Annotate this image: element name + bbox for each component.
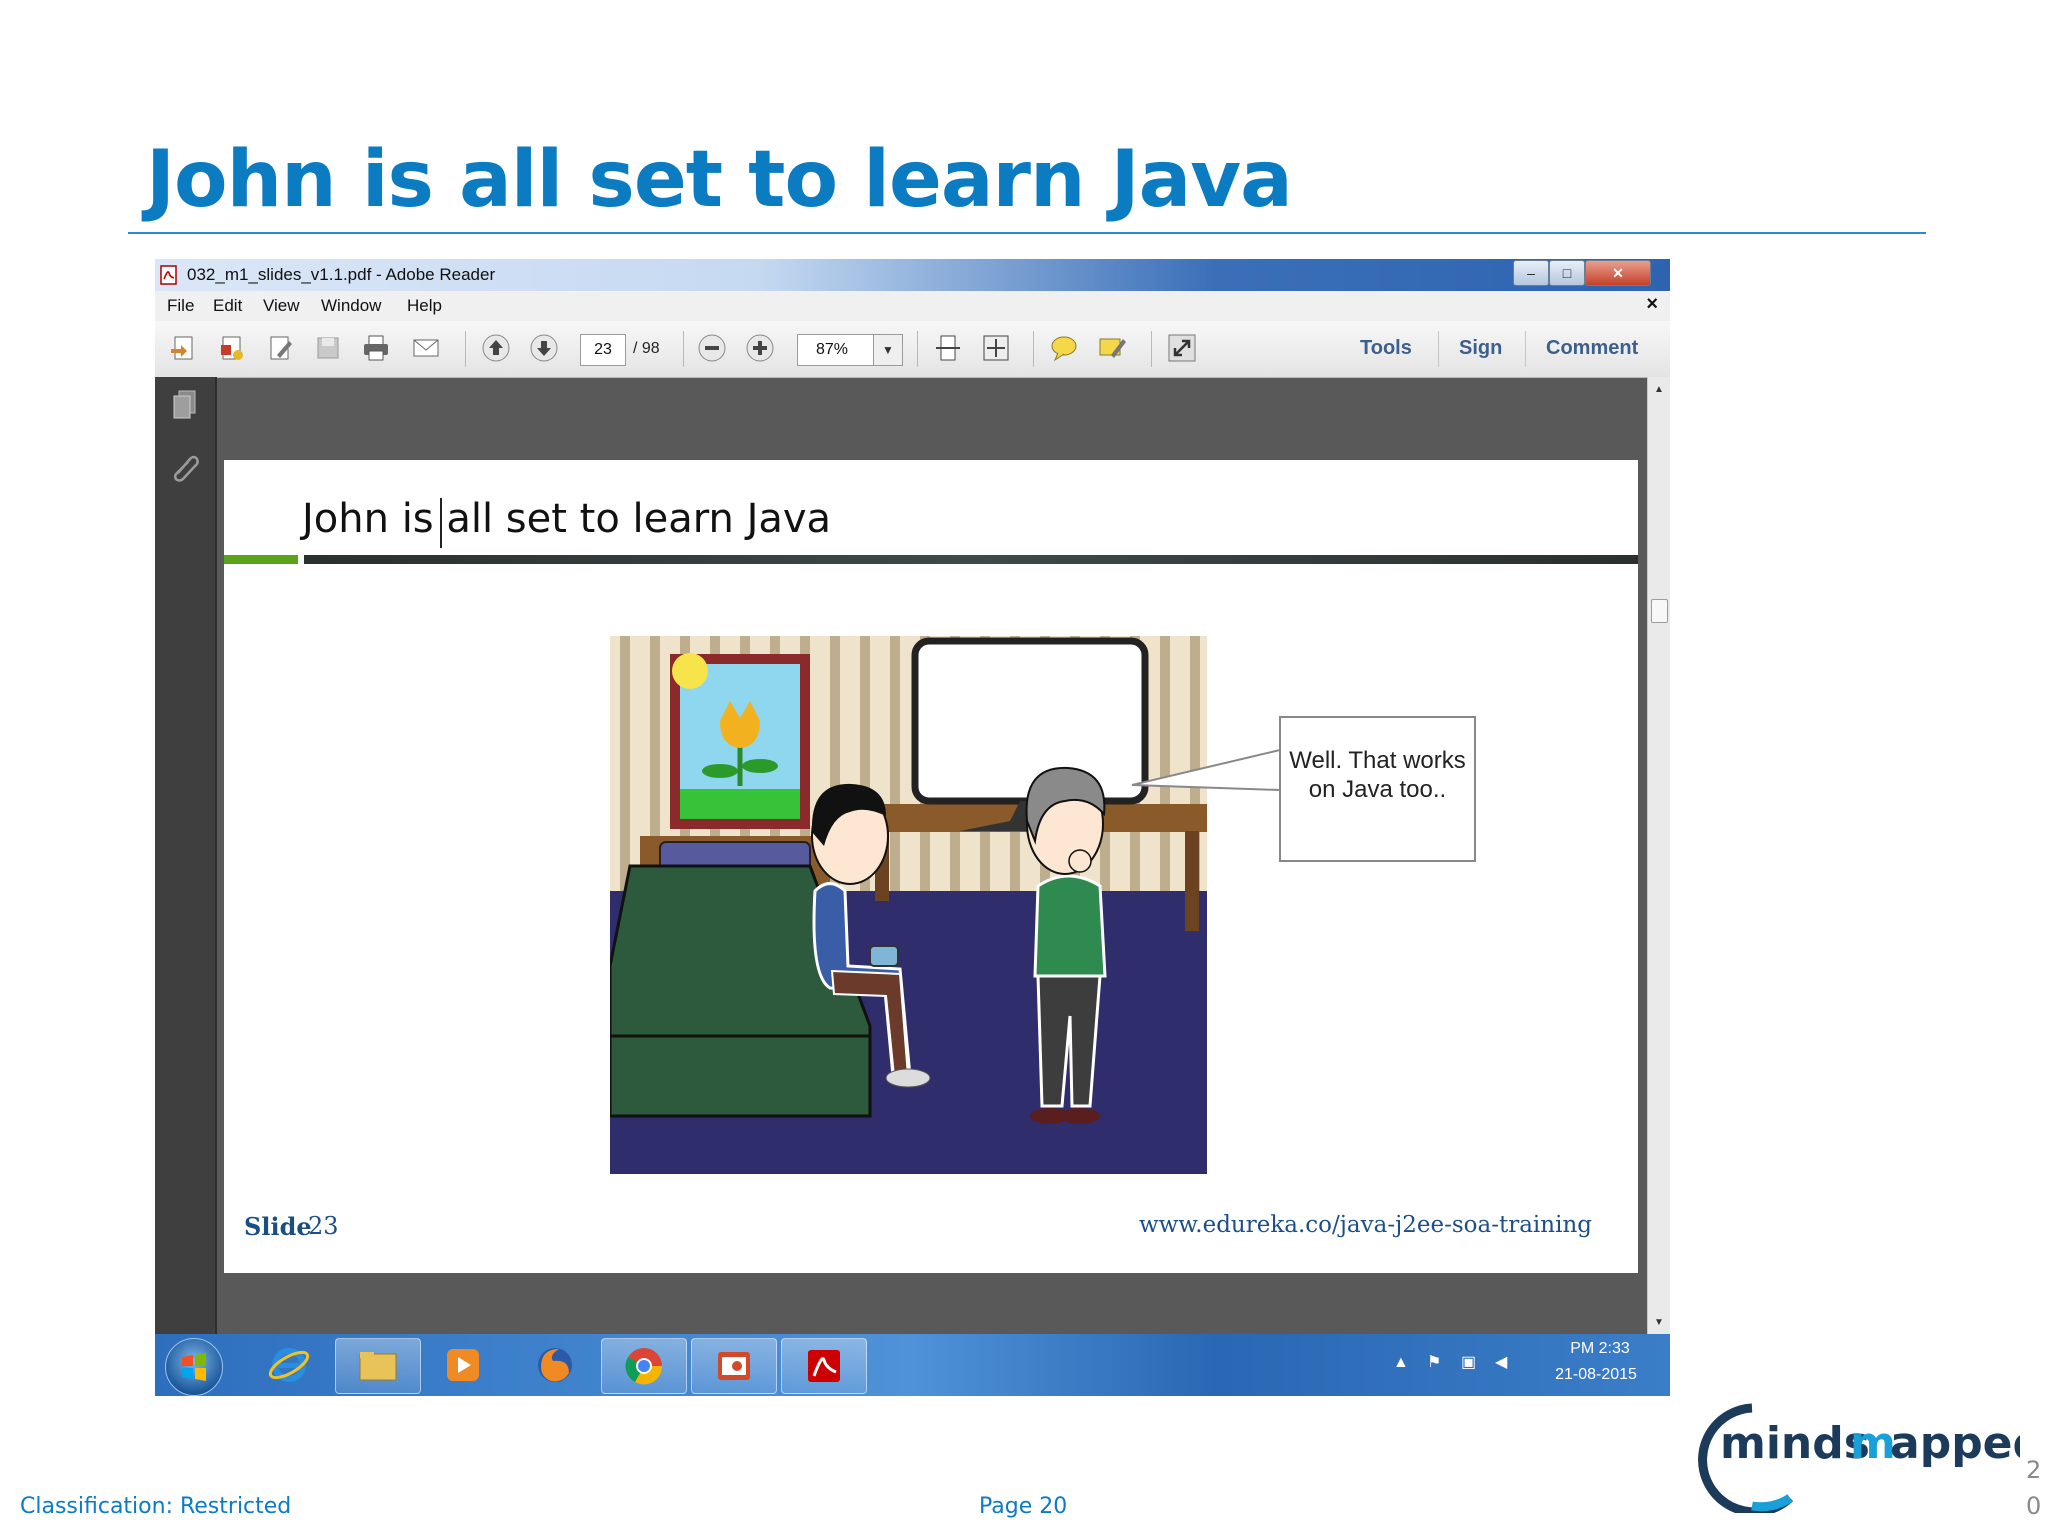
clock-date[interactable]: 21-08-2015	[1541, 1366, 1651, 1384]
taskbar-presentation[interactable]	[691, 1338, 777, 1394]
classification-label: Classification: Restricted	[20, 1494, 292, 1519]
fullscreen-icon[interactable]	[1167, 333, 1197, 363]
pdf-page-title: John is all set to learn Java	[302, 496, 832, 542]
edit-document-icon[interactable]	[265, 333, 295, 363]
presentation-icon	[718, 1352, 750, 1380]
scroll-down-icon[interactable]: ▼	[1648, 1312, 1670, 1332]
fit-width-icon[interactable]	[933, 333, 963, 363]
adobe-reader-icon	[808, 1350, 840, 1382]
mindsmapped-logo: minds m apped	[1698, 1403, 2020, 1513]
sign-link[interactable]: Sign	[1459, 337, 1502, 360]
chevron-down-icon[interactable]: ▼	[873, 335, 902, 365]
taskbar-media-player[interactable]	[421, 1338, 505, 1392]
speech-bubble: Well. That works on Java too..	[1279, 716, 1476, 862]
comment-icon[interactable]	[1049, 333, 1079, 363]
slide-title: John is all set to learn Java	[146, 135, 1293, 225]
email-icon[interactable]	[411, 333, 441, 363]
print-icon[interactable]	[361, 333, 391, 363]
page-number-input[interactable]: 23	[580, 334, 626, 366]
slide-url: www.edureka.co/java-j2ee-soa-training	[1138, 1212, 1592, 1238]
svg-text:minds: minds	[1720, 1418, 1870, 1469]
folder-icon	[359, 1352, 397, 1381]
zoom-out-icon[interactable]	[697, 333, 727, 363]
close-button[interactable]: ✕	[1585, 260, 1651, 286]
slide-counter: 20	[2026, 1456, 2042, 1520]
speech-bubble-text: Well. That works on Java too..	[1289, 747, 1466, 803]
fit-page-icon[interactable]	[981, 333, 1011, 363]
zoom-select[interactable]: 87% ▼	[797, 334, 903, 366]
taskbar-chrome[interactable]	[601, 1338, 687, 1394]
next-page-icon[interactable]	[529, 333, 559, 363]
menu-help[interactable]: Help	[407, 296, 442, 316]
zoom-value: 87%	[816, 341, 849, 358]
title-accent-bar	[224, 555, 298, 564]
page-total: / 98	[633, 340, 660, 357]
action-center-flag-icon[interactable]: ⚑	[1427, 1352, 1441, 1372]
page-label: Page 20	[979, 1494, 1068, 1519]
menu-view[interactable]: View	[263, 296, 300, 316]
start-button[interactable]	[165, 1338, 223, 1396]
zoom-in-icon[interactable]	[745, 333, 775, 363]
create-pdf-icon[interactable]	[169, 333, 199, 363]
slide-number: 23	[308, 1212, 339, 1240]
attachments-icon[interactable]	[168, 449, 202, 483]
show-hidden-icons-icon[interactable]: ▲	[1393, 1354, 1409, 1372]
svg-text:apped: apped	[1890, 1418, 2020, 1469]
menu-edit[interactable]: Edit	[213, 296, 242, 316]
windows-taskbar: ▲ ⚑ ▣ ◀ PM 2:33 21-08-2015	[155, 1334, 1670, 1396]
taskbar-adobe-reader[interactable]	[781, 1338, 867, 1394]
taskbar-firefox[interactable]	[513, 1338, 597, 1392]
window-titlebar: 032_m1_slides_v1.1.pdf - Adobe Reader – …	[155, 259, 1670, 291]
scroll-thumb[interactable]	[1651, 599, 1668, 623]
volume-muted-icon[interactable]: ◀	[1495, 1352, 1507, 1372]
tools-link[interactable]: Tools	[1360, 337, 1412, 360]
toolbar: 23 / 98 87% ▼ Tools Sign Comment	[155, 321, 1670, 378]
menu-window[interactable]: Window	[321, 296, 381, 316]
slide-label: Slide	[244, 1212, 312, 1241]
navigation-pane	[155, 377, 217, 1334]
title-divider	[128, 232, 1926, 234]
comment-link[interactable]: Comment	[1546, 337, 1638, 360]
minimize-button[interactable]: –	[1513, 260, 1549, 286]
taskbar-internet-explorer[interactable]	[247, 1338, 331, 1392]
taskbar-file-explorer[interactable]	[335, 1338, 421, 1394]
window-title: 032_m1_slides_v1.1.pdf - Adobe Reader	[187, 265, 496, 284]
svg-text:m: m	[1850, 1418, 1896, 1469]
maximize-button[interactable]: □	[1549, 260, 1585, 286]
firefox-icon	[538, 1348, 572, 1382]
close-document-icon[interactable]: ×	[1646, 293, 1658, 316]
media-player-icon	[447, 1349, 479, 1381]
save-icon[interactable]	[313, 333, 343, 363]
clock-time[interactable]: PM 2:33	[1555, 1340, 1645, 1358]
scroll-up-icon[interactable]: ▲	[1648, 379, 1670, 399]
network-icon[interactable]: ▣	[1461, 1352, 1476, 1372]
comic-illustration	[610, 636, 1207, 1174]
speech-bubble-tail	[1131, 749, 1281, 791]
pdf-file-icon	[160, 265, 177, 285]
pdf-page: John is all set to learn Java Well. That…	[224, 460, 1638, 1273]
chrome-icon	[625, 1348, 663, 1385]
highlight-icon[interactable]	[1097, 333, 1127, 363]
title-divider-bar	[304, 555, 1638, 564]
create-pdf-files-icon[interactable]	[217, 333, 247, 363]
menu-bar: File Edit View Window Help ×	[155, 291, 1670, 322]
vertical-scrollbar[interactable]: ▲ ▼	[1647, 377, 1670, 1334]
text-cursor	[440, 498, 442, 548]
windows-logo-icon	[182, 1353, 206, 1381]
reader-screenshot: 032_m1_slides_v1.1.pdf - Adobe Reader – …	[155, 259, 1670, 1396]
page-thumbnails-icon[interactable]	[168, 387, 202, 421]
previous-page-icon[interactable]	[481, 333, 511, 363]
internet-explorer-icon	[268, 1348, 310, 1382]
menu-file[interactable]: File	[167, 296, 194, 316]
